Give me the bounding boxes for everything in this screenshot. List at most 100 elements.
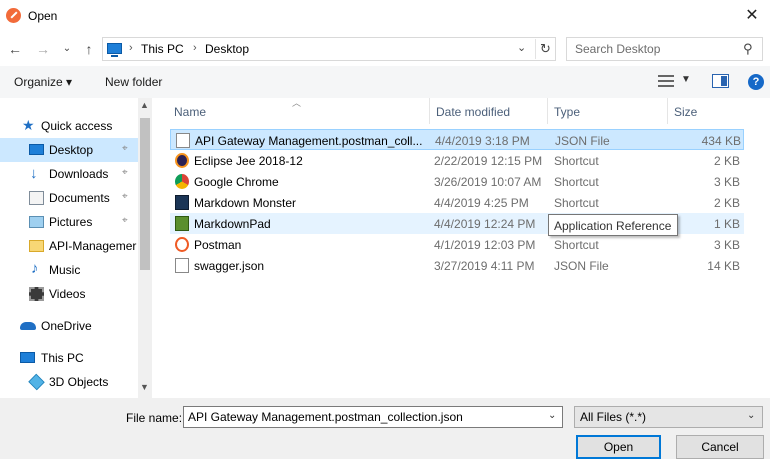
nav-item-desktop[interactable]: Desktop ⌖ [0, 138, 138, 162]
pin-icon[interactable]: ⌖ [122, 167, 128, 178]
search-icon[interactable]: ⚲ [743, 41, 753, 57]
documents-icon [29, 191, 44, 205]
chevron-down-icon[interactable]: ⌄ [747, 410, 755, 421]
file-list: ︿ Name Date modified Type Size API Gatew… [152, 98, 770, 398]
file-size: 3 KB [713, 175, 740, 189]
download-icon: ↓ [30, 165, 38, 182]
scroll-up-icon[interactable]: ▲ [140, 100, 149, 110]
file-type: Shortcut [554, 154, 599, 168]
back-button[interactable]: ← [4, 38, 26, 60]
organize-button[interactable]: Organize ▾ [14, 75, 72, 89]
videos-icon [29, 287, 44, 301]
file-date: 3/27/2019 4:11 PM [434, 259, 535, 273]
nav-item-this-pc[interactable]: This PC [0, 346, 138, 370]
table-row[interactable]: swagger.json 3/27/2019 4:11 PM JSON File… [170, 255, 744, 276]
nav-label: 3D Objects [49, 375, 109, 389]
address-bar[interactable]: › This PC › Desktop ⌄ ↻ [102, 37, 556, 61]
cloud-icon [20, 322, 36, 330]
table-row[interactable]: Markdown Monster 4/4/2019 4:25 PM Shortc… [170, 192, 744, 213]
title-bar: Open ✕ [0, 0, 770, 32]
file-name: Postman [194, 238, 242, 252]
view-details-icon[interactable] [658, 74, 674, 88]
up-button[interactable]: ↑ [78, 38, 100, 60]
nav-label: Documents [49, 191, 110, 205]
breadcrumb-desktop[interactable]: Desktop [205, 42, 249, 56]
table-row[interactable]: Eclipse Jee 2018-12 2/22/2019 12:15 PM S… [170, 150, 744, 171]
column-label: Date modified [436, 105, 511, 119]
eclipse-icon [175, 153, 189, 168]
pin-icon[interactable]: ⌖ [122, 143, 128, 154]
nav-item-quick-access[interactable]: ★ Quick access [0, 114, 138, 138]
search-input[interactable]: Search Desktop ⚲ [566, 37, 763, 61]
file-name: Markdown Monster [194, 196, 297, 210]
new-folder-button[interactable]: New folder [105, 75, 162, 89]
nav-item-api-management[interactable]: API-Managemer [0, 234, 138, 258]
column-header-date[interactable]: Date modified [430, 98, 548, 124]
cancel-button[interactable]: Cancel [676, 435, 764, 459]
scroll-down-icon[interactable]: ▼ [140, 382, 149, 392]
pin-icon[interactable]: ⌖ [122, 191, 128, 202]
recent-locations-button[interactable]: ⌄ [56, 38, 78, 60]
nav-item-3d-objects[interactable]: 3D Objects [0, 370, 138, 394]
file-date: 4/4/2019 3:18 PM [435, 134, 530, 148]
nav-item-onedrive[interactable]: OneDrive [0, 314, 138, 338]
refresh-icon[interactable]: ↻ [535, 39, 555, 59]
file-size: 2 KB [713, 196, 740, 210]
bottom-panel: File name: API Gateway Management.postma… [0, 398, 770, 459]
search-placeholder: Search Desktop [575, 42, 661, 56]
markdown-monster-icon [175, 195, 189, 210]
music-icon: ♪ [31, 260, 39, 277]
file-size: 3 KB [713, 238, 740, 252]
nav-item-documents[interactable]: Documents ⌖ [0, 186, 138, 210]
file-name: Eclipse Jee 2018-12 [194, 154, 303, 168]
markdownpad-icon [175, 216, 189, 231]
nav-label: Desktop [49, 143, 94, 157]
nav-label: OneDrive [41, 319, 92, 333]
nav-label: Pictures [49, 215, 93, 229]
file-icon [175, 258, 189, 273]
close-button[interactable]: ✕ [734, 1, 770, 31]
nav-label: Quick access [41, 119, 113, 133]
nav-item-music[interactable]: ♪ Music [0, 258, 138, 282]
nav-label: Music [49, 263, 81, 277]
file-icon [176, 133, 190, 148]
table-row[interactable]: Postman 4/1/2019 12:03 PM Shortcut 3 KB [170, 234, 744, 255]
column-header-name[interactable]: Name [168, 98, 430, 124]
chevron-down-icon[interactable]: ⌄ [548, 410, 556, 421]
window-title: Open [28, 9, 58, 23]
file-size: 434 KB [701, 134, 741, 148]
file-date: 2/22/2019 12:15 PM [434, 154, 543, 168]
breadcrumb-this-pc[interactable]: This PC [141, 42, 184, 56]
column-label: Name [174, 105, 207, 119]
star-icon: ★ [22, 117, 35, 133]
table-row[interactable]: API Gateway Management.postman_coll... 4… [170, 129, 744, 150]
forward-button[interactable]: → [32, 38, 54, 60]
file-size: 2 KB [713, 154, 740, 168]
chevron-down-icon[interactable]: ⌄ [517, 41, 526, 54]
nav-item-downloads[interactable]: ↓ Downloads ⌖ [0, 162, 138, 186]
nav-scrollbar[interactable]: ▲ ▼ [138, 98, 152, 398]
file-date: 4/1/2019 12:03 PM [434, 238, 536, 252]
table-row[interactable]: Google Chrome 3/26/2019 10:07 AM Shortcu… [170, 171, 744, 192]
file-type: Shortcut [554, 238, 599, 252]
file-name: MarkdownPad [194, 217, 271, 231]
column-header-size[interactable]: Size [668, 98, 748, 124]
scrollbar-thumb[interactable] [140, 118, 150, 270]
preview-pane-icon[interactable] [712, 74, 729, 88]
column-header-type[interactable]: Type [548, 98, 668, 124]
file-size: 1 KB [713, 217, 740, 231]
chrome-icon [175, 174, 189, 189]
file-type-filter[interactable]: All Files (*.*) ⌄ [574, 406, 763, 428]
nav-item-pictures[interactable]: Pictures ⌖ [0, 210, 138, 234]
file-type: Shortcut [554, 196, 599, 210]
filename-input[interactable]: API Gateway Management.postman_collectio… [183, 406, 563, 428]
view-dropdown-icon[interactable]: ▼ [681, 74, 691, 85]
file-type: Shortcut [554, 175, 599, 189]
breadcrumb-separator: › [129, 42, 133, 54]
tooltip: Application Reference [548, 214, 678, 236]
open-button[interactable]: Open [576, 435, 661, 459]
nav-item-videos[interactable]: Videos [0, 282, 138, 306]
nav-label: Videos [49, 287, 86, 301]
pin-icon[interactable]: ⌖ [122, 215, 128, 226]
help-icon[interactable]: ? [748, 74, 764, 90]
